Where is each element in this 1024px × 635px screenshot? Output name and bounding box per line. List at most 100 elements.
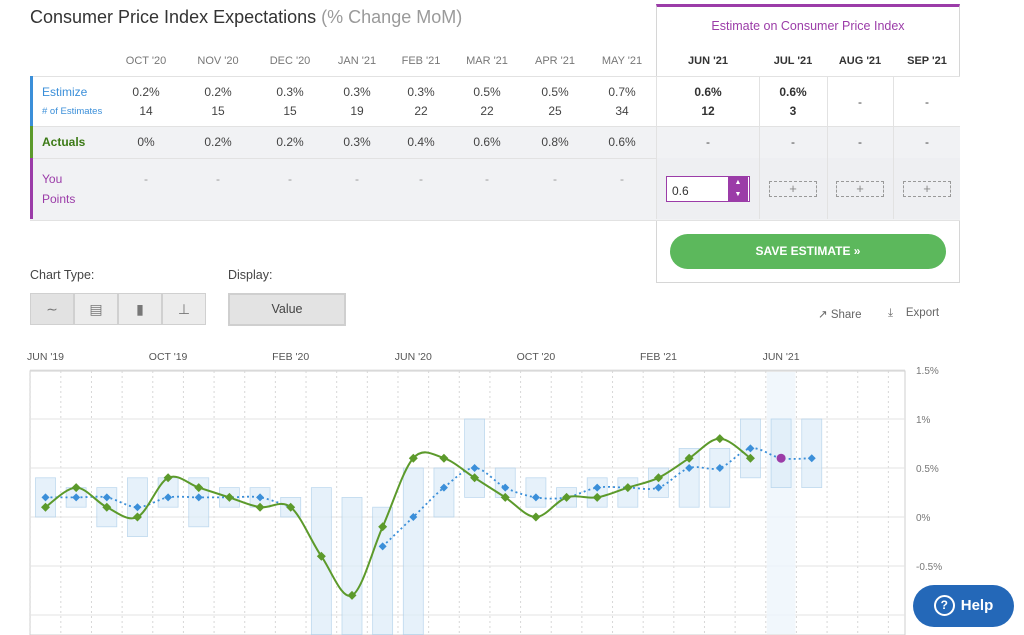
x-tick-label: FEB '21: [640, 351, 677, 363]
line-icon: ∼: [46, 301, 58, 317]
you-row-marker: [30, 158, 33, 219]
y-tick-label: 1%: [916, 415, 931, 426]
page-title: Consumer Price Index Expectations (% Cha…: [30, 7, 462, 28]
future-actuals-cell: -: [858, 135, 862, 149]
future-actuals-cell: -: [706, 135, 710, 149]
estimate-range-box: [617, 477, 639, 508]
col-separator: [893, 76, 894, 219]
step-chart-type-button[interactable]: ⊥: [162, 293, 206, 325]
actuals-point: [715, 434, 725, 444]
table-chart-type-button[interactable]: ▤: [74, 293, 118, 325]
actuals-cell: 0.6%: [608, 135, 636, 149]
y-tick-label: 1.5%: [916, 366, 939, 377]
num-estimates-cell: 25: [548, 104, 562, 118]
month-header: NOV '20: [197, 55, 239, 67]
table-icon: ▤: [89, 301, 103, 317]
add-estimate-button[interactable]: +: [903, 181, 951, 197]
estimate-panel-title: Estimate on Consumer Price Index: [711, 19, 905, 33]
actuals-point: [531, 512, 541, 522]
actuals-row-marker: [30, 126, 33, 158]
you-cell: -: [553, 172, 557, 186]
you-cell: -: [144, 172, 148, 186]
x-tick-label: JUN '19: [27, 351, 64, 363]
estimize-cell: 0.3%: [407, 85, 435, 99]
estimate-range-box: [770, 418, 792, 488]
future-num-estimates-cell: 12: [701, 104, 715, 118]
add-estimate-button[interactable]: +: [769, 181, 817, 197]
future-estimize-cell: -: [858, 95, 862, 109]
bar-chart-type-button[interactable]: ▮: [118, 293, 162, 325]
num-estimates-cell: 14: [139, 104, 153, 118]
x-tick-label: OCT '19: [149, 351, 188, 363]
title-text: Consumer Price Index Expectations: [30, 7, 317, 27]
step-chart-icon: ⊥: [177, 301, 191, 317]
points-label: Points: [42, 192, 76, 206]
future-actuals-cell: -: [925, 135, 929, 149]
you-cell: -: [419, 172, 423, 186]
estimize-cell: 0.3%: [343, 85, 371, 99]
estimize-cell: 0.2%: [132, 85, 160, 99]
help-question-icon: ?: [933, 595, 955, 616]
x-tick-label: JUN '20: [395, 351, 432, 363]
month-header: APR '21: [534, 55, 575, 67]
estimize-cell: 0.3%: [276, 85, 304, 99]
estimate-range-box: [801, 418, 823, 488]
estimate-range-box: [709, 448, 731, 508]
you-point: [776, 453, 786, 463]
num-estimates-cell: 19: [350, 104, 364, 118]
share-button[interactable]: ↗ Share: [818, 307, 862, 321]
you-label: You: [42, 172, 63, 186]
you-cell: -: [620, 172, 624, 186]
y-tick-label: 0.5%: [916, 464, 939, 475]
estimate-range-box: [341, 496, 363, 635]
actuals-cell: 0.4%: [407, 135, 435, 149]
month-header: JAN '21: [337, 55, 377, 67]
export-icon: ⤓: [888, 307, 894, 319]
future-estimize-cell: 0.6%: [694, 85, 722, 99]
increment-icon[interactable]: ▲: [728, 177, 748, 189]
num-estimates-cell: 22: [480, 104, 494, 118]
actuals-cell: 0%: [137, 135, 155, 149]
estimize-cell: 0.5%: [541, 85, 569, 99]
export-label: Export: [905, 307, 940, 319]
export-button[interactable]: ⤓ Export: [888, 307, 939, 320]
num-estimates-cell: 22: [414, 104, 428, 118]
you-cell: -: [216, 172, 220, 186]
decrement-icon[interactable]: ▼: [728, 189, 748, 201]
actuals-cell: 0.3%: [343, 135, 371, 149]
estimize-cell: 0.2%: [204, 85, 232, 99]
month-header: OCT '20: [125, 55, 167, 67]
estimize-label: Estimize: [42, 85, 88, 99]
estimate-range-box: [310, 487, 332, 635]
line-chart-type-button[interactable]: ∼: [30, 293, 74, 325]
actuals-cell: 0.2%: [276, 135, 304, 149]
add-estimate-button[interactable]: +: [836, 181, 884, 197]
bar-chart-icon: ▮: [136, 301, 144, 317]
share-icon: ↗: [818, 309, 828, 321]
actuals-label: Actuals: [42, 135, 86, 149]
x-tick-label: JUN '21: [763, 351, 800, 363]
estimate-range-box: [402, 467, 424, 635]
estimate-range-box: [648, 467, 669, 498]
y-tick-label: -0.5%: [916, 562, 942, 573]
estimate-range-box: [464, 418, 486, 498]
num-estimates-label: # of Estimates: [42, 106, 103, 117]
future-month-header: JUL '21: [773, 55, 813, 67]
estimize-row: [30, 76, 960, 127]
share-label: Share: [830, 309, 862, 321]
future-actuals-cell: -: [791, 135, 795, 149]
num-estimates-cell: 15: [211, 104, 225, 118]
actuals-cell: 0.2%: [204, 135, 232, 149]
future-month-header: SEP '21: [907, 55, 947, 67]
help-button[interactable]: ? Help: [913, 585, 1014, 627]
display-value-button[interactable]: Value: [228, 293, 346, 326]
num-estimates-cell: 15: [283, 104, 297, 118]
you-cell: -: [355, 172, 359, 186]
save-estimate-button[interactable]: SAVE ESTIMATE »: [670, 234, 946, 269]
col-separator: [656, 76, 657, 219]
title-subtitle: (% Change MoM): [321, 7, 463, 27]
actuals-point: [439, 453, 449, 463]
actuals-cell: 0.8%: [541, 135, 569, 149]
y-tick-label: 0%: [916, 513, 931, 524]
future-estimize-cell: 0.6%: [779, 85, 807, 99]
